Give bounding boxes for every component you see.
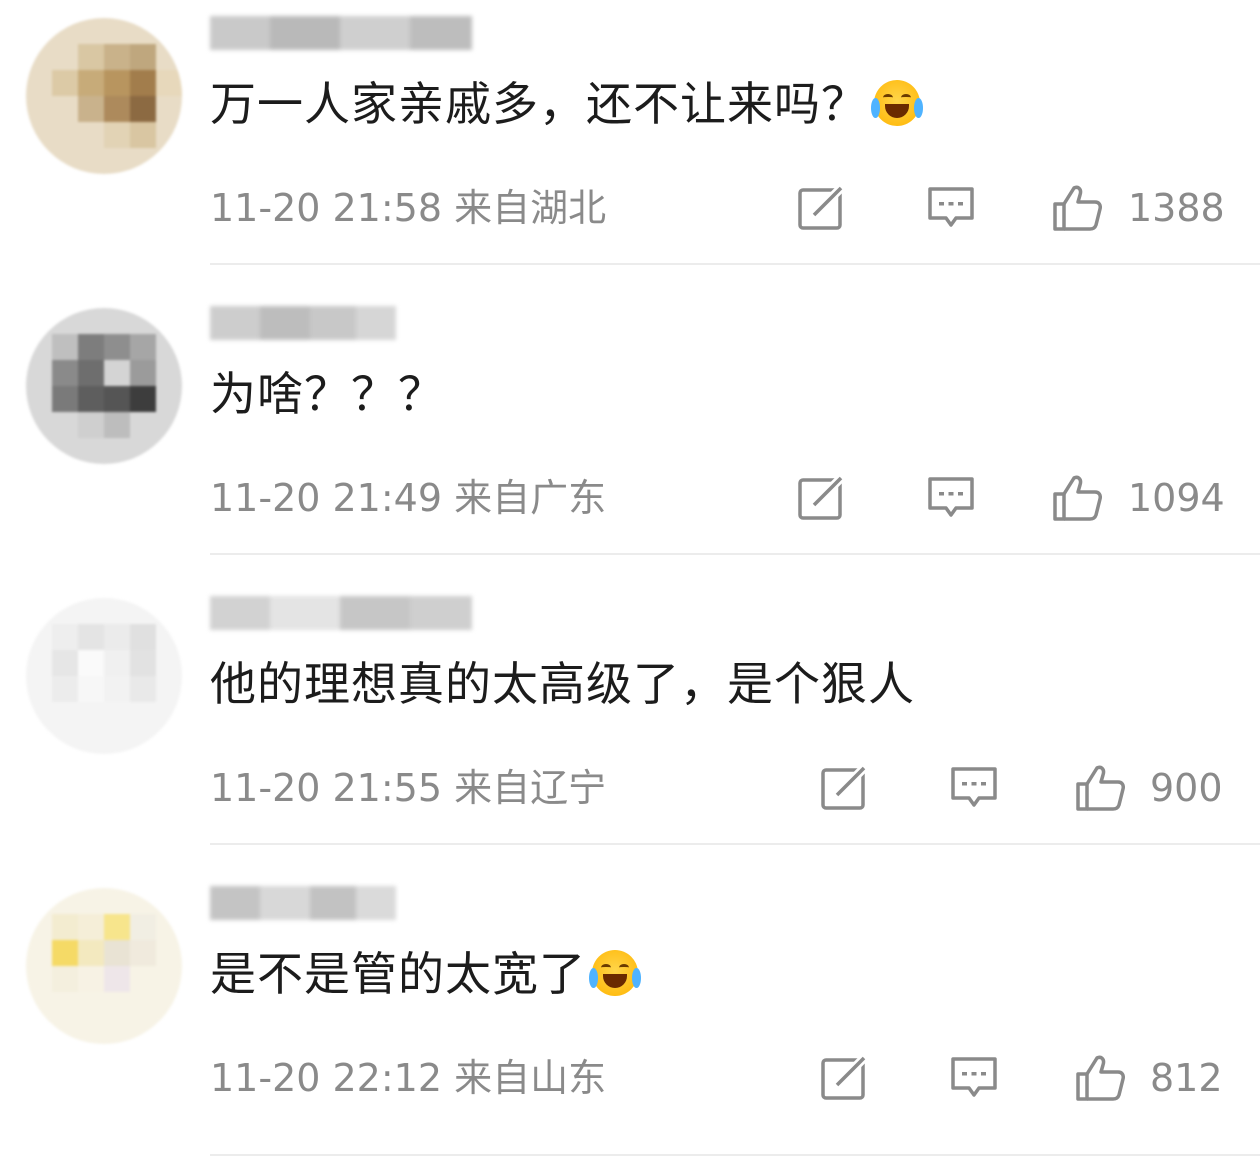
comment-icon[interactable]	[926, 474, 976, 522]
comment-location: 来自辽宁	[454, 766, 607, 810]
thumbs-up-icon[interactable]	[1075, 764, 1125, 812]
laughing-emoji-icon	[589, 950, 641, 996]
comment-time: 11-20 21:49	[210, 476, 443, 520]
comment-text-content: 为啥？？？	[210, 367, 445, 421]
comment-location: 来自山东	[454, 1056, 607, 1100]
comment-text: 他的理想真的太高级了，是个狠人	[210, 654, 915, 714]
comment-text-content: 万一人家亲戚多，还不让来吗？	[210, 77, 868, 131]
comment-meta: 11-20 21:49 来自广东	[210, 476, 606, 520]
comment-time: 11-20 22:12	[210, 1056, 443, 1100]
comment-icon[interactable]	[949, 764, 999, 812]
share-icon[interactable]	[820, 764, 870, 812]
share-icon[interactable]	[797, 474, 847, 522]
like-count: 900	[1150, 766, 1223, 810]
comment-location: 来自广东	[454, 476, 607, 520]
comment-icon[interactable]	[949, 1054, 999, 1102]
comment-item: 万一人家亲戚多，还不让来吗？ 11-20 21:58 来自湖北 1388	[0, 0, 1260, 290]
comment-time: 11-20 21:58	[210, 186, 443, 230]
avatar[interactable]	[26, 308, 182, 464]
comment-location: 来自湖北	[454, 186, 607, 230]
divider	[210, 1154, 1260, 1156]
comment-item: 他的理想真的太高级了，是个狠人 11-20 21:55 来自辽宁 900	[0, 580, 1260, 870]
like-count: 1094	[1128, 476, 1225, 520]
comment-meta: 11-20 21:55 来自辽宁	[210, 766, 606, 810]
thumbs-up-icon[interactable]	[1075, 1054, 1125, 1102]
comment-time: 11-20 21:55	[210, 766, 443, 810]
comment-icon[interactable]	[926, 184, 976, 232]
like-count: 1388	[1128, 186, 1225, 230]
avatar[interactable]	[26, 18, 182, 174]
avatar[interactable]	[26, 888, 182, 1044]
comment-item: 为啥？？？ 11-20 21:49 来自广东 1094	[0, 290, 1260, 580]
username-blurred[interactable]	[210, 16, 472, 50]
share-icon[interactable]	[797, 184, 847, 232]
comment-meta: 11-20 22:12 来自山东	[210, 1056, 606, 1100]
comment-item: 是不是管的太宽了 11-20 22:12 来自山东 812	[0, 870, 1260, 1160]
divider	[210, 263, 1260, 265]
username-blurred[interactable]	[210, 306, 396, 340]
username-blurred[interactable]	[210, 596, 472, 630]
comment-text-content: 是不是管的太宽了	[210, 947, 586, 1001]
thumbs-up-icon[interactable]	[1052, 184, 1102, 232]
comment-text: 是不是管的太宽了	[210, 944, 641, 1004]
crying-laughing-emoji-icon	[871, 80, 923, 126]
divider	[210, 553, 1260, 555]
avatar[interactable]	[26, 598, 182, 754]
comment-meta: 11-20 21:58 来自湖北	[210, 186, 606, 230]
comment-text: 为啥？？？	[210, 364, 445, 424]
username-blurred[interactable]	[210, 886, 396, 920]
comment-text-content: 他的理想真的太高级了，是个狠人	[210, 657, 915, 711]
like-count: 812	[1150, 1056, 1223, 1100]
thumbs-up-icon[interactable]	[1052, 474, 1102, 522]
divider	[210, 843, 1260, 845]
share-icon[interactable]	[820, 1054, 870, 1102]
comment-text: 万一人家亲戚多，还不让来吗？	[210, 74, 923, 134]
